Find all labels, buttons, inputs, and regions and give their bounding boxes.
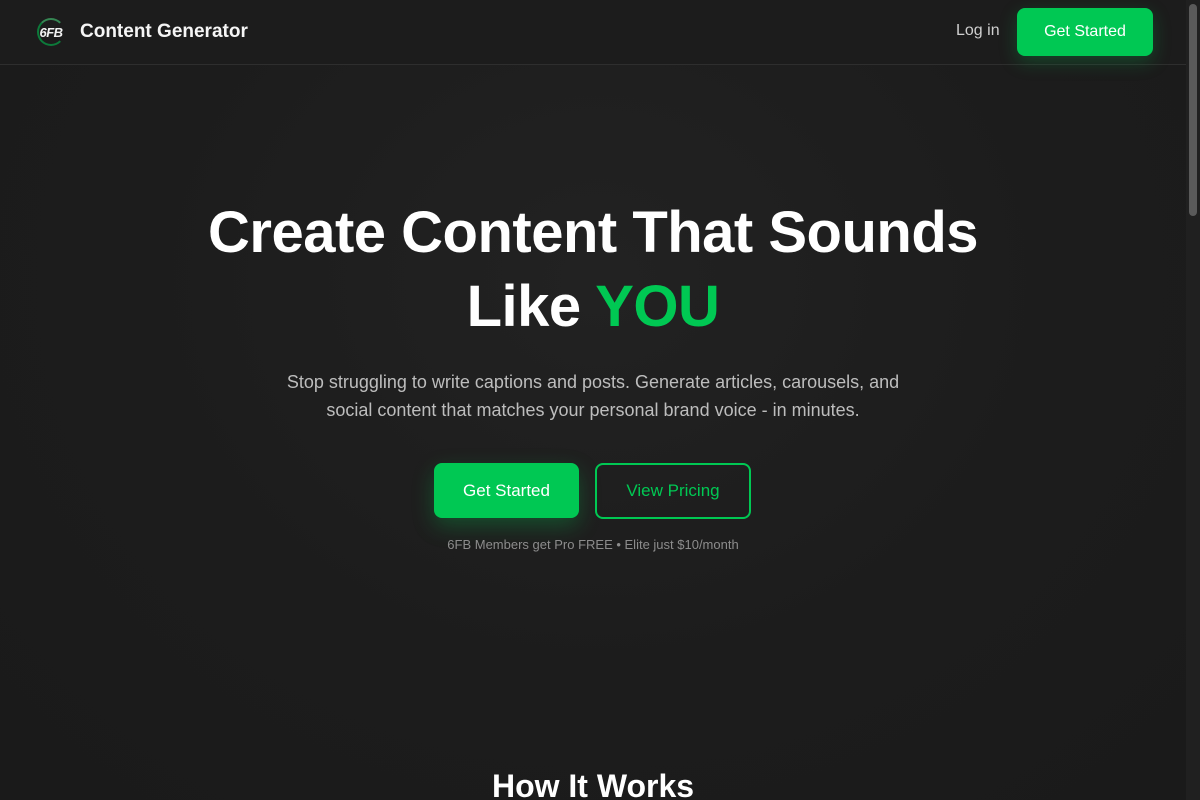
- hero-title-prefix: Like: [466, 274, 596, 339]
- membership-note: 6FB Members get Pro FREE • Elite just $1…: [447, 537, 739, 552]
- get-started-button[interactable]: Get Started: [434, 463, 579, 518]
- brand-name: Content Generator: [80, 21, 248, 42]
- hero-title: Create Content That Sounds Like YOU: [100, 196, 1086, 344]
- scrollbar-thumb[interactable]: [1189, 4, 1197, 216]
- landing-page: 6FB Content Generator Log in Get Started…: [0, 0, 1200, 800]
- logo-icon: 6FB: [36, 18, 66, 46]
- how-it-works-title: How It Works: [491, 768, 695, 800]
- scrollbar[interactable]: [1186, 0, 1200, 800]
- view-pricing-button[interactable]: View Pricing: [595, 463, 751, 519]
- top-nav: 6FB Content Generator Log in Get Started: [0, 0, 1186, 65]
- logo-text: 6FB: [39, 24, 63, 40]
- hero-subtitle-line2: social content that matches your persona…: [326, 400, 860, 420]
- get-started-nav-button[interactable]: Get Started: [1017, 8, 1153, 56]
- hero-subtitle: Stop struggling to write captions and po…: [200, 368, 986, 424]
- brand[interactable]: 6FB Content Generator: [36, 18, 248, 46]
- hero-title-accent: YOU: [595, 274, 720, 339]
- hero-subtitle-line1: Stop struggling to write captions and po…: [286, 372, 900, 392]
- hero-title-line1: Create Content That Sounds: [207, 200, 979, 265]
- login-link[interactable]: Log in: [956, 22, 1000, 40]
